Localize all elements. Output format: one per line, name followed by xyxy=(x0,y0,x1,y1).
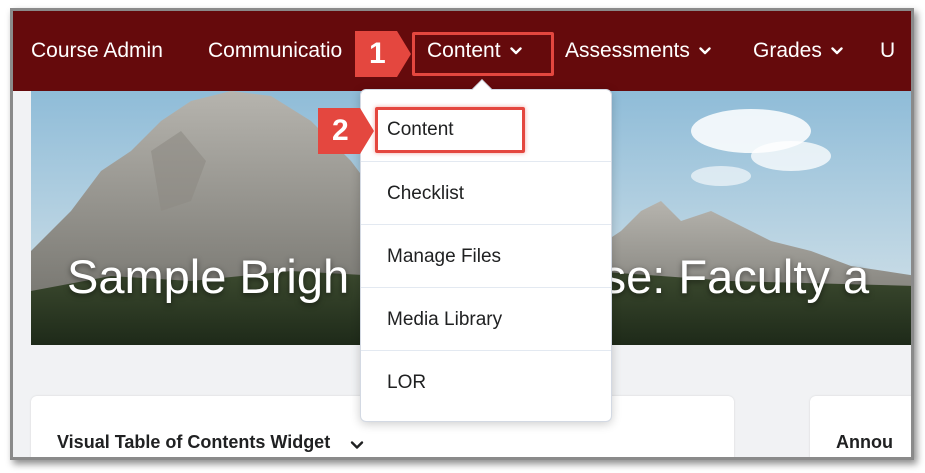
course-title-left: Sample Brigh xyxy=(67,250,350,303)
chevron-down-icon[interactable] xyxy=(350,436,364,450)
nav-course-admin[interactable]: Course Admin xyxy=(31,11,163,91)
widget-visual-toc-header[interactable]: Visual Table of Contents Widget xyxy=(57,432,364,453)
highlight-nav-content xyxy=(412,32,554,76)
menu-item-checklist[interactable]: Checklist xyxy=(361,161,611,224)
screenshot-frame: Course Admin Communicatio Content Assess… xyxy=(10,8,914,460)
widget-announcements-title[interactable]: Annou xyxy=(836,432,893,453)
widget-visual-toc-title: Visual Table of Contents Widget xyxy=(57,432,331,452)
nav-grades[interactable]: Grades xyxy=(753,11,843,91)
nav-communication[interactable]: Communicatio xyxy=(208,11,342,91)
widget-announcements: Annou xyxy=(810,396,911,457)
menu-item-manage-files[interactable]: Manage Files xyxy=(361,224,611,287)
menu-item-lor[interactable]: LOR xyxy=(361,350,611,413)
nav-assessments-label: Assessments xyxy=(565,39,690,62)
chevron-down-icon xyxy=(831,45,843,57)
nav-course-admin-label: Course Admin xyxy=(31,39,163,62)
nav-assessments[interactable]: Assessments xyxy=(565,11,711,91)
highlight-menu-content xyxy=(375,107,525,153)
nav-more-truncated[interactable]: U xyxy=(880,11,895,91)
nav-more-label: U xyxy=(880,39,896,62)
menu-item-media-library[interactable]: Media Library xyxy=(361,287,611,350)
course-title-right: rse: Faculty a xyxy=(587,250,870,303)
nav-communication-label: Communicatio xyxy=(208,39,343,62)
step-badge-1: 1 xyxy=(355,31,411,77)
chevron-down-icon xyxy=(699,45,711,57)
step-badge-2: 2 xyxy=(318,108,374,154)
nav-grades-label: Grades xyxy=(753,39,822,62)
